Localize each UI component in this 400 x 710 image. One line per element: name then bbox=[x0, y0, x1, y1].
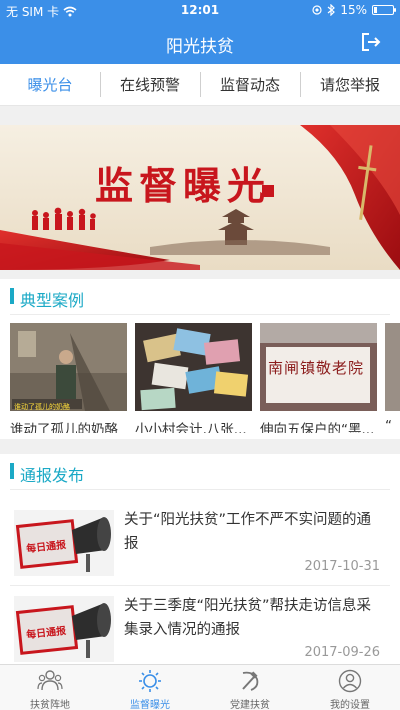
tabbar-label: 党建扶贫 bbox=[230, 700, 270, 710]
battery-icon bbox=[372, 5, 396, 15]
banner[interactable]: 监督曝光 bbox=[0, 125, 400, 270]
case-image bbox=[385, 323, 400, 411]
status-right: 15% bbox=[312, 3, 396, 17]
notice-title: 关于“阳光扶贫”工作不严不实问题的通报 bbox=[124, 512, 372, 552]
nav-bar: 阳光扶贫 bbox=[0, 20, 400, 64]
tabbar-label: 扶贫阵地 bbox=[30, 700, 70, 710]
tab-supervision-news[interactable]: 监督动态 bbox=[200, 64, 300, 105]
cases-header: 典型案例 bbox=[10, 279, 390, 315]
logout-icon[interactable] bbox=[360, 31, 382, 53]
tabbar-item-my-settings[interactable]: 我的设置 bbox=[300, 665, 400, 710]
page-title: 阳光扶贫 bbox=[166, 37, 234, 57]
tabbar-item-party-building[interactable]: 党建扶贫 bbox=[200, 665, 300, 710]
tabbar-label: 我的设置 bbox=[330, 700, 370, 710]
case-caption: 谁动了孤儿的奶酪 bbox=[10, 422, 118, 433]
bluetooth-icon bbox=[327, 4, 336, 16]
top-tabs: 曝光台 在线预警 监督动态 请您举报 bbox=[0, 64, 400, 106]
people-icon bbox=[37, 670, 63, 691]
case-image bbox=[135, 323, 252, 411]
case-image: 谁动了孤儿的奶酪 bbox=[10, 323, 127, 411]
section-marker bbox=[10, 463, 14, 479]
case-card[interactable]: 小小村会计,八张... bbox=[135, 323, 252, 433]
section-marker bbox=[10, 288, 14, 304]
case-card[interactable]: 谁动了孤儿的奶酪 谁动了孤儿的奶酪 bbox=[10, 323, 127, 433]
notice-title: 关于三季度“阳光扶贫”帮扶走访信息采集录入情况的通报 bbox=[124, 598, 372, 638]
battery-fill bbox=[374, 7, 377, 13]
hammer-sickle-icon bbox=[242, 671, 259, 691]
notice-date: 2017-10-31 bbox=[304, 559, 380, 574]
tab-online-warning[interactable]: 在线预警 bbox=[100, 64, 200, 105]
case-caption: 小小村会计,八张... bbox=[135, 422, 247, 433]
notice-item[interactable]: 每日通报 关于“阳光扶贫”工作不严不实问题的通报 2017-10-31 bbox=[10, 500, 390, 586]
notices-header: 通报发布 bbox=[10, 454, 390, 490]
notice-item[interactable]: 每日通报 关于三季度“阳光扶贫”帮扶走访信息采集录入情况的通报 2017-09-… bbox=[10, 586, 390, 664]
tab-report[interactable]: 请您举报 bbox=[300, 64, 400, 105]
notices-section: 通报发布 每日通报 关于“阳光扶贫”工作不严不实问题的通报 2017-10-31 bbox=[0, 454, 400, 664]
sun-icon bbox=[139, 670, 161, 692]
notice-thumbnail: 每日通报 bbox=[14, 510, 114, 576]
case-overlay-text: 谁动了孤儿的奶酪 bbox=[14, 403, 70, 411]
tabbar-label: 监督曝光 bbox=[130, 700, 170, 710]
case-card[interactable]: “ bbox=[385, 323, 400, 433]
battery-percent: 15% bbox=[340, 3, 367, 17]
bottom-tabbar: 扶贫阵地 监督曝光 党建扶贫 我的设置 bbox=[0, 664, 400, 710]
tabbar-item-poverty-front[interactable]: 扶贫阵地 bbox=[0, 665, 100, 710]
tabbar-item-exposure[interactable]: 监督曝光 bbox=[100, 665, 200, 710]
case-caption: “ bbox=[385, 418, 392, 433]
cases-section: 典型案例 谁动了孤儿的奶酪 谁动了孤儿的奶酪 小小村会计,八张... 南闸镇敬老… bbox=[0, 279, 400, 439]
banner-headline: 监督曝光 bbox=[95, 163, 272, 208]
cases-title: 典型案例 bbox=[20, 291, 85, 310]
case-overlay-text: 南闸镇敬老院 bbox=[268, 359, 365, 377]
notices-title: 通报发布 bbox=[20, 466, 85, 485]
notice-date: 2017-09-26 bbox=[304, 645, 380, 660]
case-caption: 伸向五保户的“黑... bbox=[260, 422, 375, 433]
notice-thumbnail: 每日通报 bbox=[14, 596, 114, 662]
cases-carousel[interactable]: 谁动了孤儿的奶酪 谁动了孤儿的奶酪 小小村会计,八张... 南闸镇敬老院 伸向五… bbox=[10, 323, 400, 433]
tab-exposure[interactable]: 曝光台 bbox=[0, 64, 100, 105]
case-card[interactable]: 南闸镇敬老院 伸向五保户的“黑... bbox=[260, 323, 377, 433]
status-bar: 无 SIM 卡 12:01 15% bbox=[0, 0, 400, 20]
user-icon bbox=[338, 669, 362, 693]
location-icon bbox=[312, 5, 322, 15]
case-image: 南闸镇敬老院 bbox=[260, 323, 377, 411]
